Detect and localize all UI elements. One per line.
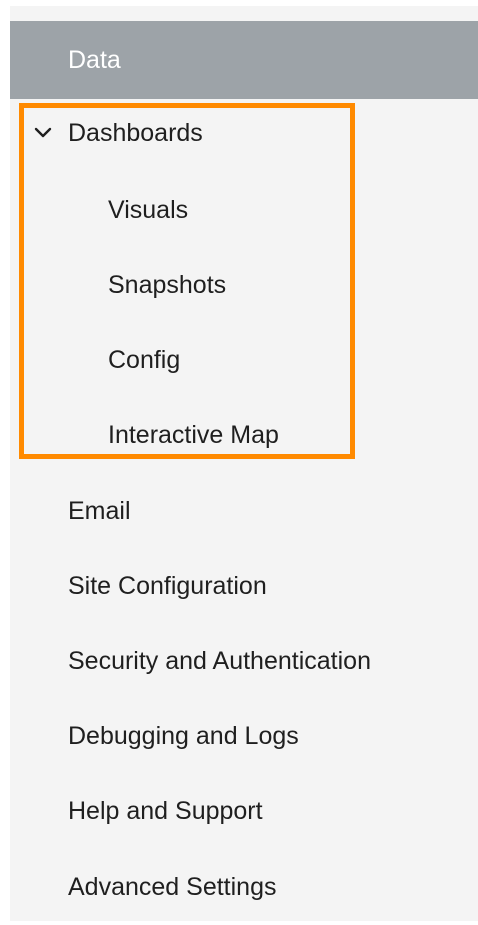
sidebar-item-email[interactable]: Email <box>10 473 478 549</box>
sidebar-item-site-configuration[interactable]: Site Configuration <box>10 548 478 624</box>
sidebar-item-dashboards[interactable]: Dashboards <box>10 95 478 171</box>
sidebar-item-label: Advanced Settings <box>68 872 277 901</box>
sidebar-item-label: Debugging and Logs <box>68 721 299 750</box>
sidebar-nav: Data Dashboards Visuals Snapshots Config… <box>10 6 478 921</box>
sidebar-item-label: Interactive Map <box>108 420 279 449</box>
sidebar-item-label: Config <box>108 345 181 374</box>
sidebar-item-label: Data <box>68 45 121 74</box>
sidebar-item-security-and-authentication[interactable]: Security and Authentication <box>10 623 478 699</box>
sidebar-item-label: Dashboards <box>68 118 203 147</box>
sidebar-item-help-and-support[interactable]: Help and Support <box>10 773 478 849</box>
chevron-down-icon[interactable] <box>34 124 52 142</box>
sidebar-item-label: Help and Support <box>68 796 263 825</box>
sidebar-item-data[interactable]: Data <box>10 21 478 99</box>
sidebar-subitem-snapshots[interactable]: Snapshots <box>10 247 478 323</box>
sidebar-subitem-interactive-map[interactable]: Interactive Map <box>10 397 478 473</box>
sidebar-subitem-visuals[interactable]: Visuals <box>10 172 478 248</box>
sidebar-item-debugging-and-logs[interactable]: Debugging and Logs <box>10 698 478 774</box>
sidebar-item-label: Security and Authentication <box>68 646 371 675</box>
sidebar-item-label: Visuals <box>108 195 189 224</box>
sidebar-item-label: Site Configuration <box>68 571 267 600</box>
sidebar-item-label: Snapshots <box>108 270 227 299</box>
sidebar-item-advanced-settings[interactable]: Advanced Settings <box>10 849 478 925</box>
sidebar-item-label: Email <box>68 496 131 525</box>
sidebar-subitem-config[interactable]: Config <box>10 322 478 398</box>
